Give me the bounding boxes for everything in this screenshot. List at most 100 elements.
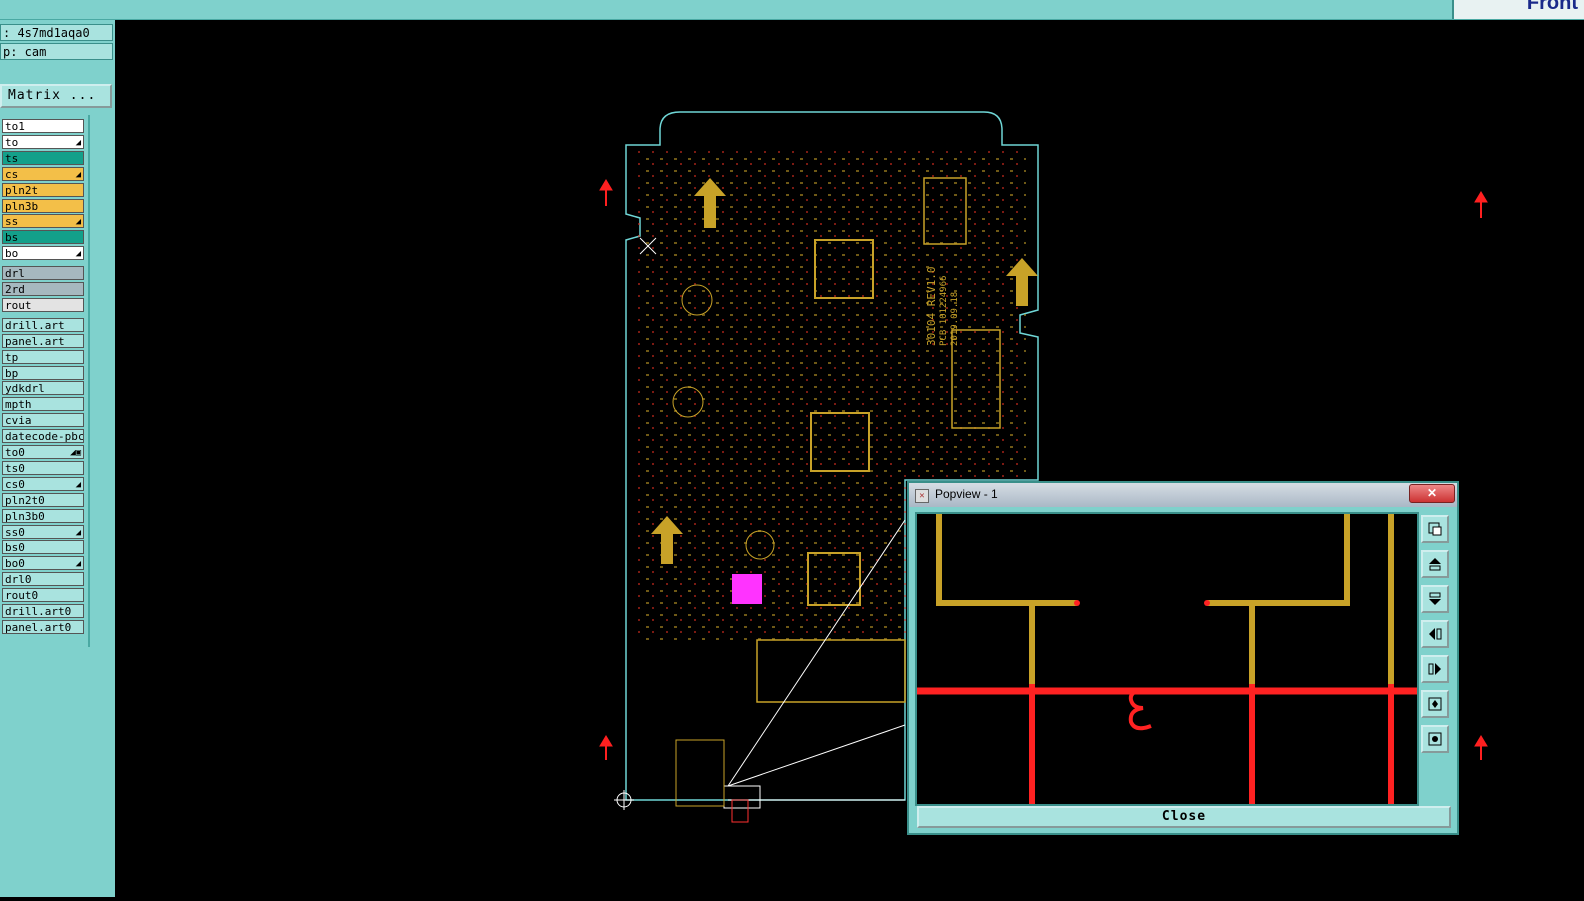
silk-text-2: PCB 101224966 <box>939 276 949 346</box>
layer-flag-icon: ◢ <box>75 479 81 490</box>
layer-name: mpth <box>5 398 32 412</box>
layer-row[interactable]: drl0 <box>2 572 84 587</box>
pan-down-icon[interactable] <box>1421 585 1449 613</box>
layer-name: pln3b0 <box>5 509 45 523</box>
layer-name: bs0 <box>5 541 25 555</box>
layer-row[interactable]: pln2t0 <box>2 492 84 507</box>
layer-name: drill.art <box>5 318 65 332</box>
pan-left-icon[interactable] <box>1421 620 1449 648</box>
highlight-pad <box>732 574 762 604</box>
layer-flag-icon: ◢ <box>75 169 81 180</box>
layer-name: cs <box>5 167 19 181</box>
layer-name: drl <box>5 267 25 281</box>
layer-name: to <box>5 135 19 149</box>
layer-flag-icon: ◢▣ <box>70 448 81 458</box>
layer-row[interactable]: tp <box>2 349 84 364</box>
layer-row[interactable]: rout0 <box>2 588 84 603</box>
popview-toolbar <box>1421 515 1453 760</box>
layer-row[interactable]: mpth <box>2 397 84 412</box>
layer-name: ts <box>5 151 19 165</box>
layer-row[interactable]: to1 <box>2 119 84 133</box>
matrix-button[interactable]: Matrix ... <box>0 84 112 108</box>
zoom-window-icon[interactable] <box>1421 515 1449 543</box>
popview-titlebar[interactable]: ✕ Popview - 1 ✕ <box>909 483 1457 507</box>
layer-row[interactable]: panel.art0 <box>2 619 84 634</box>
layer-row[interactable]: bp <box>2 365 84 380</box>
jp2-footprint <box>675 739 725 807</box>
layer-row[interactable]: pln2t <box>2 182 84 197</box>
layer-row[interactable]: cs ◢ <box>2 166 84 181</box>
silk-text-1: 30104 REV1.0 <box>925 267 938 346</box>
layer-row[interactable]: ydkdrl <box>2 381 84 396</box>
layer-name: pln2t0 <box>5 493 45 507</box>
layer-name: bp <box>5 366 19 380</box>
layer-name: cvia <box>5 414 32 428</box>
layer-flag-icon: ◢ <box>75 217 81 228</box>
layer-row[interactable]: to0 ◢▣ <box>2 445 84 459</box>
popview-window[interactable]: ✕ Popview - 1 ✕ Close <box>907 481 1459 835</box>
layer-row[interactable]: drill.art0 <box>2 604 84 618</box>
layer-name: bo <box>5 247 19 261</box>
layer-flag-icon: ◢ <box>75 249 81 260</box>
pan-right-icon[interactable] <box>1421 655 1449 683</box>
zoom-home-icon[interactable] <box>1421 725 1449 753</box>
pan-up-icon[interactable] <box>1421 550 1449 578</box>
layer-row[interactable]: rout <box>2 297 84 312</box>
popview-zoom-view[interactable] <box>915 512 1419 806</box>
layer-row[interactable]: pln3b <box>2 198 84 213</box>
layer-name: cs0 <box>5 477 25 491</box>
red-pad <box>731 799 749 823</box>
layer-row[interactable]: drl <box>2 266 84 281</box>
layer-name: drl0 <box>5 573 32 587</box>
layer-name: to1 <box>5 120 25 133</box>
layer-row[interactable]: pln3b0 <box>2 508 84 523</box>
layer-row[interactable]: bo ◢ <box>2 246 84 261</box>
layer-name: ydkdrl <box>5 382 45 396</box>
layer-row[interactable]: ss ◢ <box>2 214 84 229</box>
left-panel: : 4s7md1aqa0 p: cam Matrix ... to1 to ◢ ts c… <box>0 20 115 897</box>
layer-row[interactable]: ss0 ◢ <box>2 524 84 539</box>
layer-name: pln2t <box>5 183 39 197</box>
layer-name: ss0 <box>5 525 25 539</box>
layer-name: panel.art <box>5 334 65 348</box>
layer-list: to1 to ◢ ts cs ◢ pln2t pln3b ss ◢ bs bo ◢ drl 2rd rout d… <box>0 115 90 647</box>
layer-name: panel.art0 <box>5 620 72 634</box>
layer-name: tp <box>5 350 19 364</box>
layer-flag-icon: ◢ <box>75 137 81 148</box>
layer-name: pln3b <box>5 199 39 213</box>
layer-name: rout <box>5 298 32 312</box>
window-icon: ✕ <box>915 489 929 503</box>
layer-row[interactable]: ts0 <box>2 460 84 475</box>
silk-text-3: 2019.09.18 <box>950 292 960 346</box>
layer-flag-icon: ◢ <box>75 559 81 570</box>
step-name-field[interactable]: p: cam <box>0 43 113 60</box>
layer-name: 2rd <box>5 283 25 296</box>
zoom-fit-icon[interactable] <box>1421 690 1449 718</box>
layer-row[interactable]: bo0 ◢ <box>2 556 84 571</box>
layer-row[interactable]: panel.art <box>2 333 84 348</box>
connector-u4 <box>756 639 906 703</box>
popview-close-button[interactable]: Close <box>917 806 1451 828</box>
layer-name: bs <box>5 231 19 245</box>
layer-row[interactable]: bs0 <box>2 540 84 555</box>
layer-name: drill.art0 <box>5 605 72 618</box>
job-name-field[interactable]: : 4s7md1aqa0 <box>0 24 113 41</box>
window-close-button[interactable]: ✕ <box>1409 484 1455 503</box>
layer-row[interactable]: drill.art <box>2 317 84 332</box>
layer-name: datecode-pbc <box>5 430 84 444</box>
layer-row[interactable]: cs0 ◢ <box>2 476 84 491</box>
layer-name: ss <box>5 215 19 229</box>
layer-row[interactable]: cvia <box>2 413 84 428</box>
layer-row[interactable]: ts <box>2 150 84 165</box>
drc-marker <box>1128 688 1152 731</box>
layer-row[interactable]: 2rd <box>2 282 84 296</box>
brand-logo: Front <box>1452 0 1584 19</box>
top-toolbar: Front <box>0 0 1584 21</box>
layer-row[interactable]: to ◢ <box>2 134 84 149</box>
layer-flag-icon: ◢ <box>75 527 81 538</box>
layer-name: to0 <box>5 446 25 459</box>
layer-row[interactable]: datecode-pbc <box>2 429 84 444</box>
layer-row[interactable]: bs <box>2 230 84 245</box>
layer-name: rout0 <box>5 589 39 603</box>
popview-title: Popview - 1 <box>935 487 998 501</box>
